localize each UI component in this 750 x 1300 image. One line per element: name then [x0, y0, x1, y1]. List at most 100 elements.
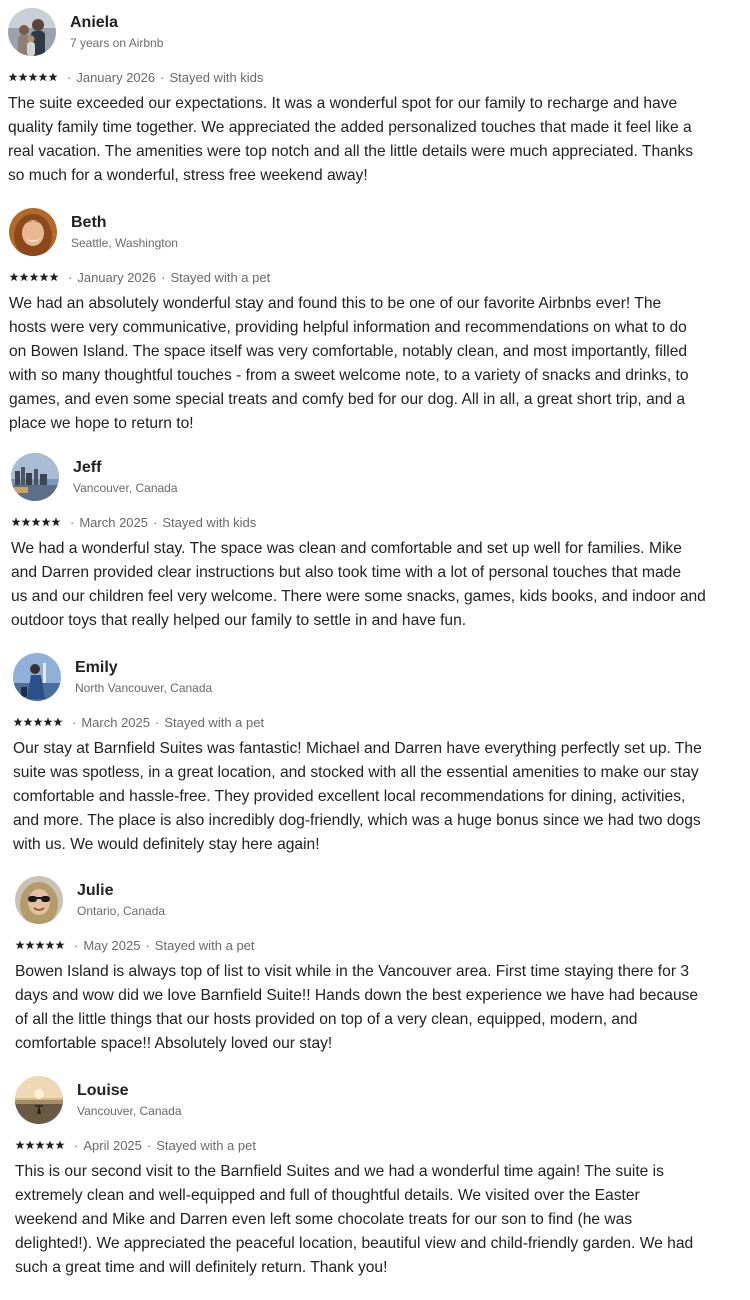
review-meta: · March 2025 · Stayed with kids: [11, 513, 256, 531]
stay-type: Stayed with a pet: [170, 269, 271, 285]
star-rating: [15, 1140, 65, 1150]
star-icon: [33, 717, 43, 727]
star-icon: [49, 272, 59, 282]
portrait-photo-avatar[interactable]: [9, 208, 57, 256]
city-skyline-avatar[interactable]: [11, 453, 59, 501]
review-text: Our stay at Barnfield Suites was fantast…: [13, 740, 702, 853]
reviewer-name: Louise: [77, 1082, 129, 1099]
reviewer-header: Jeff Vancouver, Canada: [11, 453, 750, 507]
star-icon: [31, 517, 41, 527]
sunglasses-portrait-avatar[interactable]: [15, 876, 63, 924]
review-card: Louise Vancouver, Canada · April 2025 · …: [15, 1076, 750, 1276]
separator-dot: ·: [70, 514, 75, 530]
review-card: Jeff Vancouver, Canada · March 2025 · St…: [11, 453, 750, 629]
star-icon: [38, 72, 48, 82]
reviewer-subtitle: Seattle, Washington: [71, 236, 178, 250]
reviewer-name: Emily: [75, 659, 118, 676]
reviewer-subtitle: 7 years on Airbnb: [70, 36, 164, 50]
review-date: March 2025: [81, 714, 150, 730]
star-rating: [9, 272, 59, 282]
star-rating: [11, 517, 61, 527]
separator-dot: ·: [146, 1137, 152, 1153]
star-icon: [15, 1140, 25, 1150]
star-icon: [25, 940, 35, 950]
star-icon: [25, 1140, 35, 1150]
star-icon: [18, 72, 28, 82]
reviewer-subtitle: North Vancouver, Canada: [75, 681, 213, 695]
reviewer-header: Julie Ontario, Canada: [15, 876, 750, 930]
separator-dot: ·: [160, 69, 165, 85]
separator-dot: ·: [74, 1137, 79, 1153]
review-text: We had an absolutely wonderful stay and …: [9, 295, 689, 432]
review-card: Emily North Vancouver, Canada · March 20…: [13, 653, 750, 853]
stay-type: Stayed with kids: [169, 69, 264, 85]
star-rating: [15, 940, 65, 950]
review-card: Julie Ontario, Canada · May 2025 · Staye…: [15, 876, 750, 1052]
separator-dot: ·: [67, 69, 72, 85]
reviewer-name: Beth: [71, 214, 107, 231]
review-date: January 2026: [76, 69, 156, 85]
reviewer-header: Emily North Vancouver, Canada: [13, 653, 750, 707]
separator-dot: ·: [74, 937, 79, 953]
reviewer-header: Louise Vancouver, Canada: [15, 1076, 750, 1130]
star-icon: [19, 272, 29, 282]
reviewer-name: Julie: [77, 882, 114, 899]
review-text: This is our second visit to the Barnfiel…: [15, 1163, 694, 1276]
star-icon: [51, 517, 61, 527]
review-card: Aniela 7 years on Airbnb · January 2026 …: [8, 8, 748, 184]
stay-type: Stayed with a pet: [156, 1137, 256, 1153]
star-icon: [8, 72, 18, 82]
star-rating: [8, 72, 58, 82]
star-icon: [23, 717, 33, 727]
separator-dot: ·: [153, 514, 158, 530]
reviewer-name: Jeff: [73, 459, 102, 476]
reviewer-subtitle: Vancouver, Canada: [73, 481, 178, 495]
star-icon: [39, 272, 49, 282]
reviewer-header: Beth Seattle, Washington: [9, 208, 749, 262]
review-date: April 2025: [83, 1137, 142, 1153]
review-meta: · March 2025 · Stayed with a pet: [13, 713, 264, 731]
reviewer-subtitle: Vancouver, Canada: [77, 1104, 182, 1118]
stay-type: Stayed with a pet: [154, 937, 255, 953]
separator-dot: ·: [145, 937, 150, 953]
review-meta: · January 2026 · Stayed with a pet: [9, 268, 270, 286]
review-text: The suite exceeded our expectations. It …: [8, 95, 694, 184]
review-text: Bowen Island is always top of list to vi…: [15, 963, 699, 1052]
stay-type: Stayed with a pet: [164, 714, 265, 730]
star-icon: [35, 1140, 45, 1150]
star-icon: [43, 717, 53, 727]
star-rating: [13, 717, 63, 727]
star-icon: [45, 940, 55, 950]
outdoor-photo-avatar[interactable]: [13, 653, 61, 701]
star-icon: [53, 717, 63, 727]
star-icon: [9, 272, 19, 282]
star-icon: [55, 1140, 65, 1150]
review-meta: · April 2025 · Stayed with a pet: [15, 1136, 256, 1154]
review-text: We had a wonderful stay. The space was c…: [11, 540, 706, 629]
beach-sunset-avatar[interactable]: [15, 1076, 63, 1124]
star-icon: [11, 517, 21, 527]
review-date: January 2026: [77, 269, 157, 285]
review-card: Beth Seattle, Washington · January 2026 …: [9, 208, 749, 432]
star-icon: [35, 940, 45, 950]
separator-dot: ·: [68, 269, 73, 285]
star-icon: [15, 940, 25, 950]
separator-dot: ·: [155, 714, 160, 730]
family-photo-avatar[interactable]: [8, 8, 56, 56]
review-date: March 2025: [79, 514, 148, 530]
separator-dot: ·: [161, 269, 166, 285]
separator-dot: ·: [72, 714, 77, 730]
stay-type: Stayed with kids: [162, 514, 257, 530]
review-meta: · January 2026 · Stayed with kids: [8, 68, 263, 86]
reviewer-subtitle: Ontario, Canada: [77, 904, 166, 918]
star-icon: [45, 1140, 55, 1150]
review-meta: · May 2025 · Stayed with a pet: [15, 936, 255, 954]
star-icon: [28, 72, 38, 82]
reviewer-name: Aniela: [70, 14, 119, 31]
star-icon: [29, 272, 39, 282]
star-icon: [21, 517, 31, 527]
star-icon: [13, 717, 23, 727]
review-date: May 2025: [83, 937, 141, 953]
star-icon: [48, 72, 58, 82]
reviewer-header: Aniela 7 years on Airbnb: [8, 8, 748, 62]
